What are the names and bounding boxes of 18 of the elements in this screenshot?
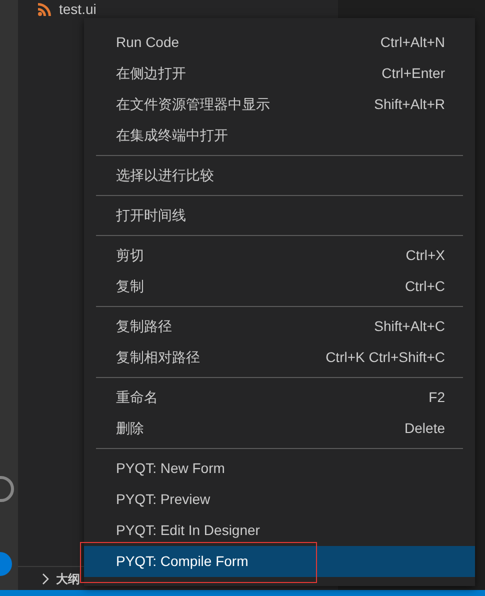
menu-item[interactable]: 在集成终端中打开 [84,120,475,151]
file-name[interactable]: test.ui [59,0,96,20]
menu-item[interactable]: 复制路径 Shift+Alt+C [84,311,475,342]
menu-item[interactable]: 剪切 Ctrl+X [84,240,475,271]
outline-header[interactable]: 大纲 [56,570,80,588]
menu-item[interactable]: 在侧边打开 Ctrl+Enter [84,58,475,89]
menu-item[interactable]: 复制 Ctrl+C [84,271,475,302]
menu-item[interactable]: PYQT: New Form [84,453,475,484]
menu-item[interactable]: 重命名 F2 [84,382,475,413]
menu-item[interactable]: PYQT: Preview [84,484,475,515]
menu-item[interactable]: 删除 Delete [84,413,475,444]
menu-item[interactable]: Run Code Ctrl+Alt+N [84,27,475,58]
menu-item[interactable]: 选择以进行比较 [84,160,475,191]
menu-item[interactable]: 在文件资源管理器中显示 Shift+Alt+R [84,89,475,120]
menu-item[interactable]: PYQT: Compile Form [84,546,475,577]
menu-item[interactable]: 打开时间线 [84,200,475,231]
menu-item[interactable]: 复制相对路径 Ctrl+K Ctrl+Shift+C [84,342,475,373]
menu-item[interactable]: PYQT: Edit In Designer [84,515,475,546]
